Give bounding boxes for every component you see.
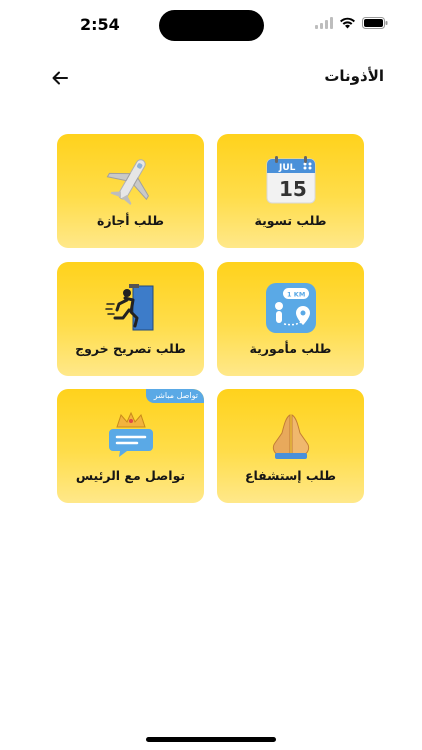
- arrow-left-icon: [52, 71, 68, 85]
- tile-exit-permit-request[interactable]: طلب تصريح خروج: [57, 262, 204, 376]
- cellular-signal-icon: [315, 17, 333, 29]
- location-route-icon: 1 KM: [263, 280, 319, 336]
- tile-intercession-request[interactable]: طلب إستشفاع: [217, 389, 364, 503]
- calendar-icon: JUL 15: [263, 152, 319, 208]
- svg-text:15: 15: [279, 177, 307, 201]
- back-button[interactable]: [46, 64, 74, 92]
- tile-label: طلب تسوية: [254, 213, 327, 228]
- tile-label: طلب مأمورية: [249, 341, 332, 356]
- battery-icon: [362, 17, 388, 29]
- tile-settlement-request[interactable]: JUL 15 طلب تسوية: [217, 134, 364, 248]
- airplane-icon: [103, 152, 159, 208]
- status-bar: 2:54: [0, 0, 422, 50]
- status-time: 2:54: [80, 15, 120, 34]
- tile-label: طلب إستشفاع: [244, 468, 337, 483]
- direct-contact-badge: تواصل مباشر: [145, 389, 204, 403]
- dynamic-island: [159, 10, 264, 41]
- header: الأذونات: [0, 58, 422, 98]
- tile-contact-manager[interactable]: تواصل مباشر تواصل مع الرئيس: [57, 389, 204, 503]
- tile-label: طلب تصريح خروج: [75, 341, 186, 356]
- tile-label: طلب أجازة: [96, 213, 165, 228]
- home-indicator: [146, 737, 276, 742]
- status-icons: [315, 17, 388, 29]
- crown-chat-icon: [103, 407, 159, 463]
- svg-text:JUL: JUL: [278, 163, 296, 173]
- tile-label: تواصل مع الرئيس: [75, 468, 186, 483]
- wifi-icon: [340, 17, 355, 29]
- tile-mission-request[interactable]: 1 KM طلب مأمورية: [217, 262, 364, 376]
- tile-vacation-request[interactable]: طلب أجازة: [57, 134, 204, 248]
- exit-door-icon: [103, 280, 159, 336]
- page-title: الأذونات: [324, 67, 384, 85]
- svg-text:1 KM: 1 KM: [287, 291, 305, 299]
- praying-hands-icon: [263, 407, 319, 463]
